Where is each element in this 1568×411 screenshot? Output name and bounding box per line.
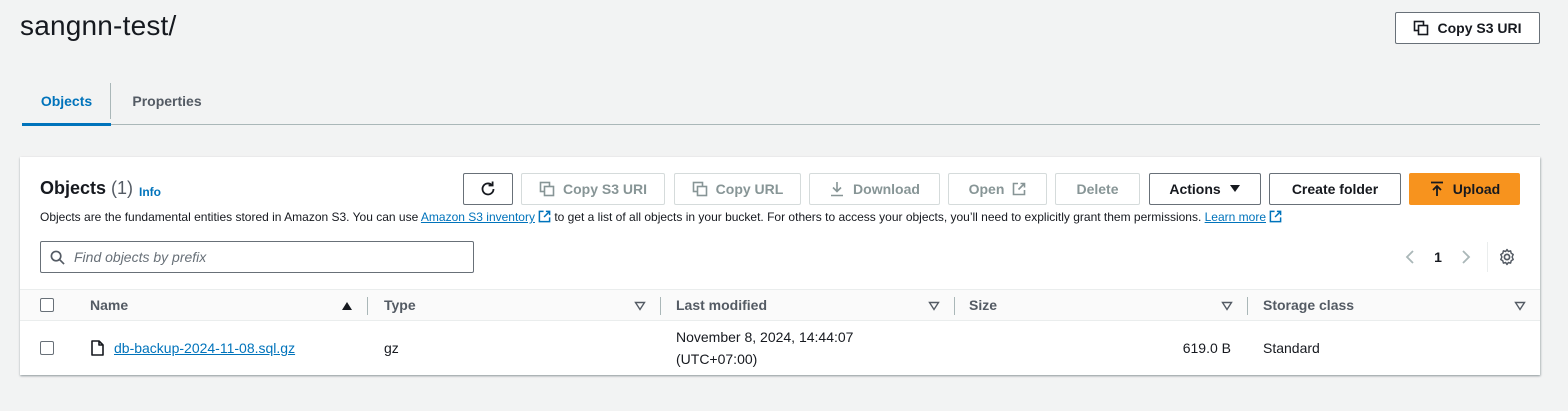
- actions-dropdown[interactable]: Actions: [1149, 173, 1261, 205]
- upload-icon: [1430, 181, 1443, 196]
- copy-url-label: Copy URL: [715, 181, 784, 197]
- actions-label: Actions: [1169, 181, 1221, 197]
- panel-title-text: Objects: [40, 178, 107, 198]
- table-header: Name Type Last modified Size Storage cla…: [20, 289, 1540, 321]
- upload-button[interactable]: Upload: [1409, 173, 1520, 205]
- s3-bucket-page: sangnn-test/ Copy S3 URI Objects Propert…: [0, 0, 1568, 411]
- row-checkbox[interactable]: [40, 341, 54, 355]
- object-last-modified-date: November 8, 2024, 14:44:07: [676, 329, 854, 345]
- open-label: Open: [968, 181, 1005, 197]
- object-type: gz: [384, 340, 399, 356]
- copy-icon: [1414, 20, 1429, 36]
- column-header-name[interactable]: Name: [90, 290, 128, 320]
- copy-icon: [692, 181, 707, 197]
- objects-panel: Objects (1) Info Copy S3 URI Copy URL Do…: [20, 157, 1540, 375]
- refresh-icon: [481, 181, 495, 196]
- sort-icon: [1221, 301, 1233, 311]
- caret-down-icon: [1229, 185, 1240, 192]
- next-page-button[interactable]: [1456, 247, 1476, 267]
- copy-url-button[interactable]: Copy URL: [674, 173, 801, 205]
- page-title: sangnn-test/: [20, 10, 177, 41]
- column-divider: [1247, 297, 1248, 315]
- search-input[interactable]: [74, 249, 454, 265]
- pagination: 1: [1400, 246, 1476, 268]
- sort-icon: [634, 301, 646, 311]
- file-icon: [91, 340, 104, 356]
- delete-button[interactable]: Delete: [1055, 173, 1140, 205]
- column-header-type[interactable]: Type: [384, 290, 416, 320]
- open-button[interactable]: Open: [948, 173, 1047, 205]
- refresh-button[interactable]: [463, 173, 513, 205]
- column-header-last-modified[interactable]: Last modified: [676, 290, 767, 320]
- chevron-right-icon: [1462, 250, 1471, 264]
- pagination-divider: [1487, 242, 1488, 272]
- tab-bar: Objects Properties: [22, 78, 1540, 126]
- sort-icon: [928, 301, 940, 311]
- learn-more-link[interactable]: Learn more: [1205, 210, 1266, 224]
- sort-icon: [1514, 301, 1526, 311]
- gear-icon: [1500, 248, 1514, 266]
- tab-objects[interactable]: Objects: [22, 78, 111, 126]
- search-box: [40, 241, 474, 273]
- header-copy-s3-uri-button[interactable]: Copy S3 URI: [1395, 12, 1540, 44]
- copy-s3-uri-label: Copy S3 URI: [562, 181, 647, 197]
- download-label: Download: [853, 181, 920, 197]
- upload-label: Upload: [1452, 181, 1501, 197]
- description-text-2: to get a list of all objects in your buc…: [550, 210, 1205, 224]
- table-settings-button[interactable]: [1497, 247, 1517, 267]
- column-header-storage-class[interactable]: Storage class: [1263, 290, 1354, 320]
- panel-description: Objects are the fundamental entities sto…: [40, 210, 1282, 224]
- chevron-left-icon: [1405, 250, 1414, 264]
- object-name-link[interactable]: db-backup-2024-11-08.sql.gz: [114, 340, 295, 356]
- object-count: (1): [111, 178, 134, 198]
- s3-inventory-link[interactable]: Amazon S3 inventory: [421, 210, 535, 224]
- create-folder-button[interactable]: Create folder: [1269, 173, 1401, 205]
- search-icon: [50, 250, 65, 265]
- column-header-size[interactable]: Size: [969, 290, 997, 320]
- external-link-icon: [538, 210, 551, 223]
- download-icon: [831, 182, 844, 197]
- current-page-number[interactable]: 1: [1420, 249, 1456, 265]
- create-folder-label: Create folder: [1291, 181, 1379, 197]
- external-link-icon: [1269, 210, 1282, 223]
- panel-title: Objects (1): [40, 178, 133, 199]
- download-button[interactable]: Download: [809, 173, 940, 205]
- sort-ascending-icon: [342, 302, 352, 310]
- column-divider: [367, 297, 368, 315]
- object-storage-class: Standard: [1263, 340, 1320, 356]
- description-text-1: Objects are the fundamental entities sto…: [40, 210, 421, 224]
- tab-properties[interactable]: Properties: [111, 78, 223, 124]
- copy-icon: [539, 181, 555, 197]
- info-link[interactable]: Info: [139, 185, 161, 199]
- external-link-icon: [1013, 182, 1026, 196]
- copy-s3-uri-button[interactable]: Copy S3 URI: [521, 173, 665, 205]
- column-divider: [954, 297, 955, 315]
- delete-label: Delete: [1076, 181, 1119, 197]
- previous-page-button[interactable]: [1400, 247, 1420, 267]
- select-all-checkbox[interactable]: [40, 298, 54, 312]
- table-row: db-backup-2024-11-08.sql.gz gz November …: [20, 321, 1540, 375]
- header-copy-s3-uri-label: Copy S3 URI: [1437, 20, 1522, 36]
- object-last-modified-timezone: (UTC+07:00): [676, 351, 758, 367]
- column-divider: [660, 297, 661, 315]
- object-size: 619.0 B: [1182, 340, 1231, 356]
